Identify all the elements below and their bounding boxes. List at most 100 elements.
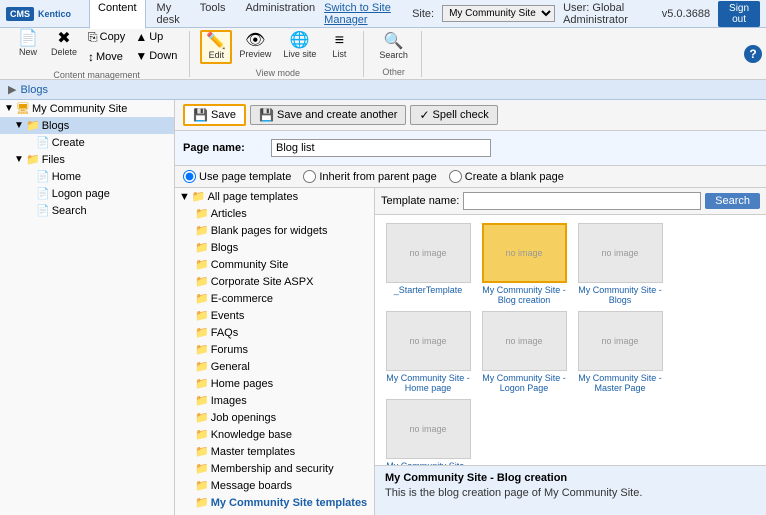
radio-row: Use page template Inherit from parent pa…	[175, 166, 766, 188]
tree-files[interactable]: ▼ 📁 Files	[0, 151, 174, 168]
tree-search[interactable]: 📄 Search	[0, 202, 174, 219]
tmpl-tree-item-0[interactable]: 📁 Articles	[175, 205, 374, 222]
nav-tab-admin[interactable]: Administration	[236, 0, 324, 29]
description-title: My Community Site - Blog creation	[385, 472, 756, 484]
template-search-input[interactable]	[463, 192, 701, 210]
header: CMS Kentico Content My desk Tools Admini…	[0, 0, 766, 28]
tmpl-tree-item-13[interactable]: 📁 Knowledge base	[175, 426, 374, 443]
page-name-label: Page name:	[183, 142, 263, 154]
save-create-button[interactable]: 💾 Save and create another	[250, 105, 406, 125]
list-button[interactable]: ≡ List	[323, 30, 355, 64]
tmpl-root-icon: 📁	[192, 190, 206, 203]
main: ▼ 🖥 My Community Site ▼ 📁 Blogs 📄 Create…	[0, 100, 766, 515]
template-item-0[interactable]: no image_StarterTemplate	[383, 223, 473, 305]
tmpl-tree-item-2[interactable]: 📁 Blogs	[175, 239, 374, 256]
preview-icon: 👁	[245, 33, 265, 49]
delete-button[interactable]: ✖ Delete	[46, 28, 82, 66]
tree-logon[interactable]: 📄 Logon page	[0, 185, 174, 202]
site-select[interactable]: My Community Site	[442, 5, 555, 22]
tmpl-item-label-4: Corporate Site ASPX	[211, 276, 314, 288]
right-panel: 💾 Save 💾 Save and create another ✓ Spell…	[175, 100, 766, 515]
template-name-4[interactable]: My Community Site - Logon Page	[479, 373, 569, 393]
copy-button[interactable]: ⎘ Copy	[84, 28, 129, 47]
tree-home[interactable]: 📄 Home	[0, 168, 174, 185]
save-button[interactable]: 💾 Save	[183, 104, 246, 126]
group2-label: View mode	[256, 68, 300, 78]
spell-check-button[interactable]: ✓ Spell check	[410, 105, 497, 125]
nav-tab-tools[interactable]: Tools	[191, 0, 235, 29]
search-page-icon: 📄	[36, 204, 50, 217]
template-name-5[interactable]: My Community Site - Master Page	[575, 373, 665, 393]
live-site-label: Live site	[283, 49, 316, 59]
tree-root[interactable]: ▼ 🖥 My Community Site	[0, 100, 174, 117]
tmpl-item-icon-6: 📁	[195, 309, 209, 322]
tmpl-tree-item-6[interactable]: 📁 Events	[175, 307, 374, 324]
tmpl-tree-item-7[interactable]: 📁 FAQs	[175, 324, 374, 341]
tmpl-tree-item-1[interactable]: 📁 Blank pages for widgets	[175, 222, 374, 239]
tmpl-item-icon-2: 📁	[195, 241, 209, 254]
nav-tab-mydesk[interactable]: My desk	[148, 0, 189, 29]
tmpl-tree-item-12[interactable]: 📁 Job openings	[175, 409, 374, 426]
template-item-3[interactable]: no imageMy Community Site - Home page	[383, 311, 473, 393]
tmpl-tree-item-8[interactable]: 📁 Forums	[175, 341, 374, 358]
tmpl-item-icon-4: 📁	[195, 275, 209, 288]
template-name-1[interactable]: My Community Site - Blog creation	[479, 285, 569, 305]
template-name-0[interactable]: _StarterTemplate	[394, 285, 463, 295]
page-name-input[interactable]	[271, 139, 491, 157]
create-expand-space	[24, 137, 34, 148]
switch-site-manager-link[interactable]: Switch to Site Manager	[324, 2, 404, 26]
files-expand-icon: ▼	[14, 154, 24, 165]
tmpl-tree-item-3[interactable]: 📁 Community Site	[175, 256, 374, 273]
sign-out-button[interactable]: Sign out	[718, 1, 760, 27]
tmpl-tree-root[interactable]: ▼ 📁 All page templates	[175, 188, 374, 205]
edit-button[interactable]: ✏️ Edit	[200, 30, 232, 64]
breadcrumb-item[interactable]: Blogs	[20, 84, 48, 96]
tree-blogs[interactable]: ▼ 📁 Blogs	[0, 117, 174, 134]
search-button[interactable]: 🔍 Search	[374, 31, 413, 63]
tmpl-tree-item-9[interactable]: 📁 General	[175, 358, 374, 375]
template-item-5[interactable]: no imageMy Community Site - Master Page	[575, 311, 665, 393]
template-search-label: Template name:	[381, 195, 459, 207]
radio-blank[interactable]: Create a blank page	[449, 170, 564, 183]
up-button[interactable]: ▲ Up	[131, 28, 181, 46]
tree-create[interactable]: 📄 Create	[0, 134, 174, 151]
up-icon: ▲	[135, 30, 147, 44]
user-label: User: Global Administrator	[563, 2, 654, 26]
move-button[interactable]: ↕ Move	[84, 48, 129, 66]
site-icon: 🖥	[16, 102, 30, 115]
left-panel: ▼ 🖥 My Community Site ▼ 📁 Blogs 📄 Create…	[0, 100, 175, 515]
preview-button[interactable]: 👁 Preview	[234, 30, 276, 64]
logo-text: Kentico	[38, 9, 71, 19]
template-search-button[interactable]: Search	[705, 193, 760, 209]
new-button[interactable]: 📄 New	[12, 28, 44, 66]
tmpl-tree-item-18[interactable]: 📁 News	[175, 511, 374, 515]
tmpl-tree-item-11[interactable]: 📁 Images	[175, 392, 374, 409]
radio-inherit[interactable]: Inherit from parent page	[303, 170, 436, 183]
tmpl-tree-item-17[interactable]: 📁 My Community Site templates	[175, 494, 374, 511]
radio-use-template[interactable]: Use page template	[183, 170, 291, 183]
tmpl-item-icon-14: 📁	[195, 445, 209, 458]
edit-icon: ✏️	[206, 34, 226, 50]
template-item-1[interactable]: no imageMy Community Site - Blog creatio…	[479, 223, 569, 305]
template-name-3[interactable]: My Community Site - Home page	[383, 373, 473, 393]
action-bar: 💾 Save 💾 Save and create another ✓ Spell…	[175, 100, 766, 131]
tmpl-tree-item-10[interactable]: 📁 Home pages	[175, 375, 374, 392]
template-thumb-6: no image	[386, 399, 471, 459]
template-item-6[interactable]: no imageMy Community Site - Search page	[383, 399, 473, 465]
live-site-button[interactable]: 🌐 Live site	[278, 30, 321, 64]
blogs-expand-icon: ▼	[14, 120, 24, 131]
tmpl-tree-item-4[interactable]: 📁 Corporate Site ASPX	[175, 273, 374, 290]
toolbar-row-1: 📄 New ✖ Delete ⎘ Copy ↕ Move ▲	[12, 28, 181, 66]
delete-label: Delete	[51, 47, 77, 57]
template-item-2[interactable]: no imageMy Community Site - Blogs	[575, 223, 665, 305]
template-name-2[interactable]: My Community Site - Blogs	[575, 285, 665, 305]
tmpl-tree-item-5[interactable]: 📁 E-commerce	[175, 290, 374, 307]
tmpl-tree-item-15[interactable]: 📁 Membership and security	[175, 460, 374, 477]
down-button[interactable]: ▼ Down	[131, 47, 181, 65]
tmpl-tree-item-16[interactable]: 📁 Message boards	[175, 477, 374, 494]
tmpl-tree-item-14[interactable]: 📁 Master templates	[175, 443, 374, 460]
template-item-4[interactable]: no imageMy Community Site - Logon Page	[479, 311, 569, 393]
help-button[interactable]: ?	[744, 45, 762, 63]
radio-blank-label: Create a blank page	[465, 171, 564, 183]
nav-tab-content[interactable]: Content	[89, 0, 146, 29]
